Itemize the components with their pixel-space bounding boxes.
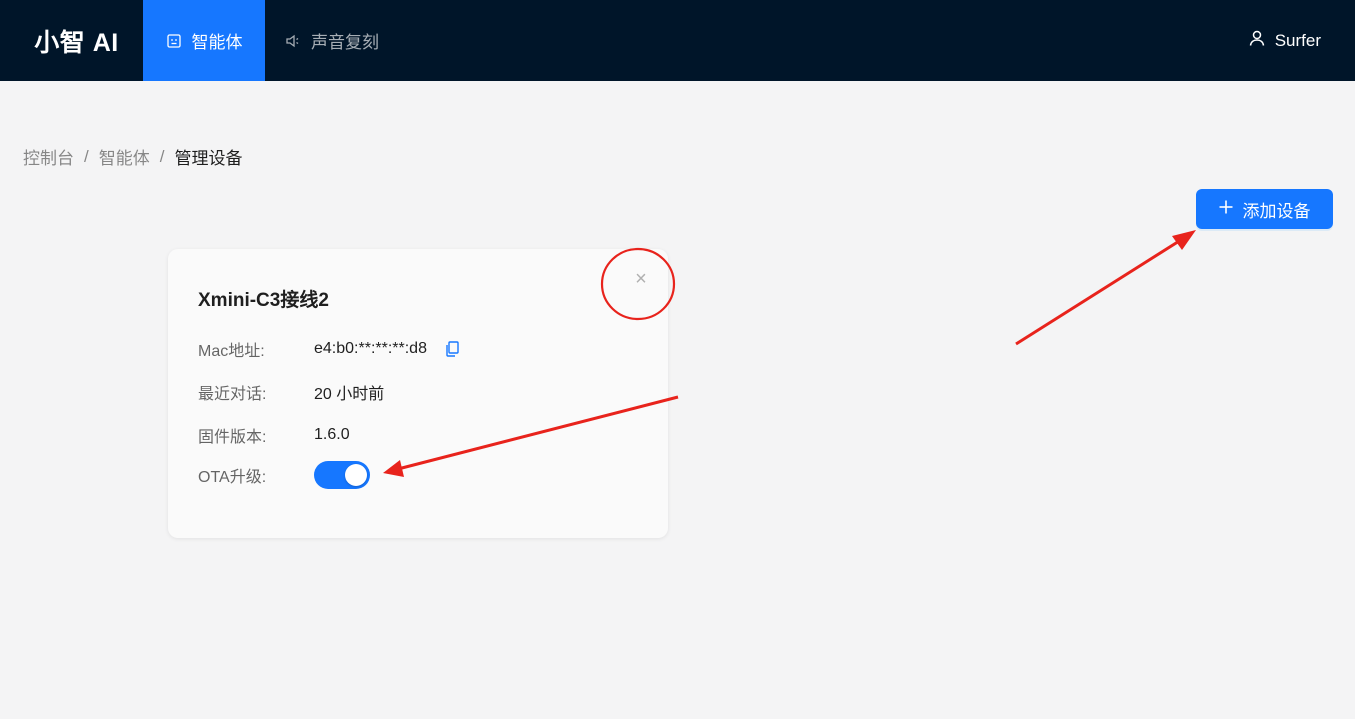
top-navbar: 小智 AI 智能体 声音复刻 Surfer — [0, 0, 1355, 81]
device-card: Xmini-C3接线2 × Mac地址: e4:b0:**:**:**:d8 最… — [168, 249, 668, 538]
breadcrumb-current: 管理设备 — [174, 149, 243, 168]
add-device-label: 添加设备 — [1242, 201, 1311, 221]
last-chat-label: 最近对话: — [198, 386, 267, 403]
nav-tab-voice-clone-label: 声音复刻 — [311, 33, 379, 52]
device-name: Xmini-C3接线2 — [198, 290, 329, 311]
nav-tab-voice-clone[interactable]: 声音复刻 — [265, 0, 399, 81]
firmware-value: 1.6.0 — [314, 426, 350, 443]
ota-row: OTA升级: — [198, 461, 370, 489]
close-icon[interactable]: × — [631, 269, 651, 289]
app-logo: 小智 AI — [34, 28, 119, 57]
speaker-icon — [285, 33, 301, 49]
last-chat-row: 最近对话: 20 小时前 — [198, 380, 384, 404]
nav-tab-agents-label: 智能体 — [191, 33, 243, 52]
firmware-label: 固件版本: — [198, 429, 267, 446]
ota-toggle-knob — [345, 464, 367, 486]
firmware-row: 固件版本: 1.6.0 — [198, 423, 350, 447]
plus-icon — [1219, 199, 1233, 219]
user-menu[interactable]: Surfer — [1248, 0, 1355, 81]
breadcrumb-separator: / — [159, 146, 165, 166]
annotation-arrowhead — [1172, 230, 1196, 250]
last-chat-value: 20 小时前 — [314, 386, 385, 403]
ota-toggle[interactable] — [314, 461, 370, 489]
breadcrumb-console[interactable]: 控制台 — [23, 144, 74, 169]
mac-label: Mac地址: — [198, 343, 265, 360]
annotation-arrow-line — [1015, 236, 1185, 346]
add-device-button[interactable]: 添加设备 — [1196, 189, 1333, 229]
mac-value: e4:b0:**:**:**:d8 — [314, 340, 427, 357]
user-icon — [1248, 29, 1266, 52]
robot-icon — [166, 33, 182, 49]
copy-icon[interactable] — [445, 341, 459, 357]
user-name: Surfer — [1274, 30, 1321, 50]
breadcrumb-agents[interactable]: 智能体 — [99, 144, 150, 169]
mac-row: Mac地址: e4:b0:**:**:**:d8 — [198, 337, 459, 361]
nav-tab-agents[interactable]: 智能体 — [143, 0, 265, 81]
breadcrumb: 控制台 / 智能体 / 管理设备 — [23, 144, 242, 169]
breadcrumb-separator: / — [84, 146, 89, 166]
ota-label: OTA升级: — [198, 469, 267, 486]
